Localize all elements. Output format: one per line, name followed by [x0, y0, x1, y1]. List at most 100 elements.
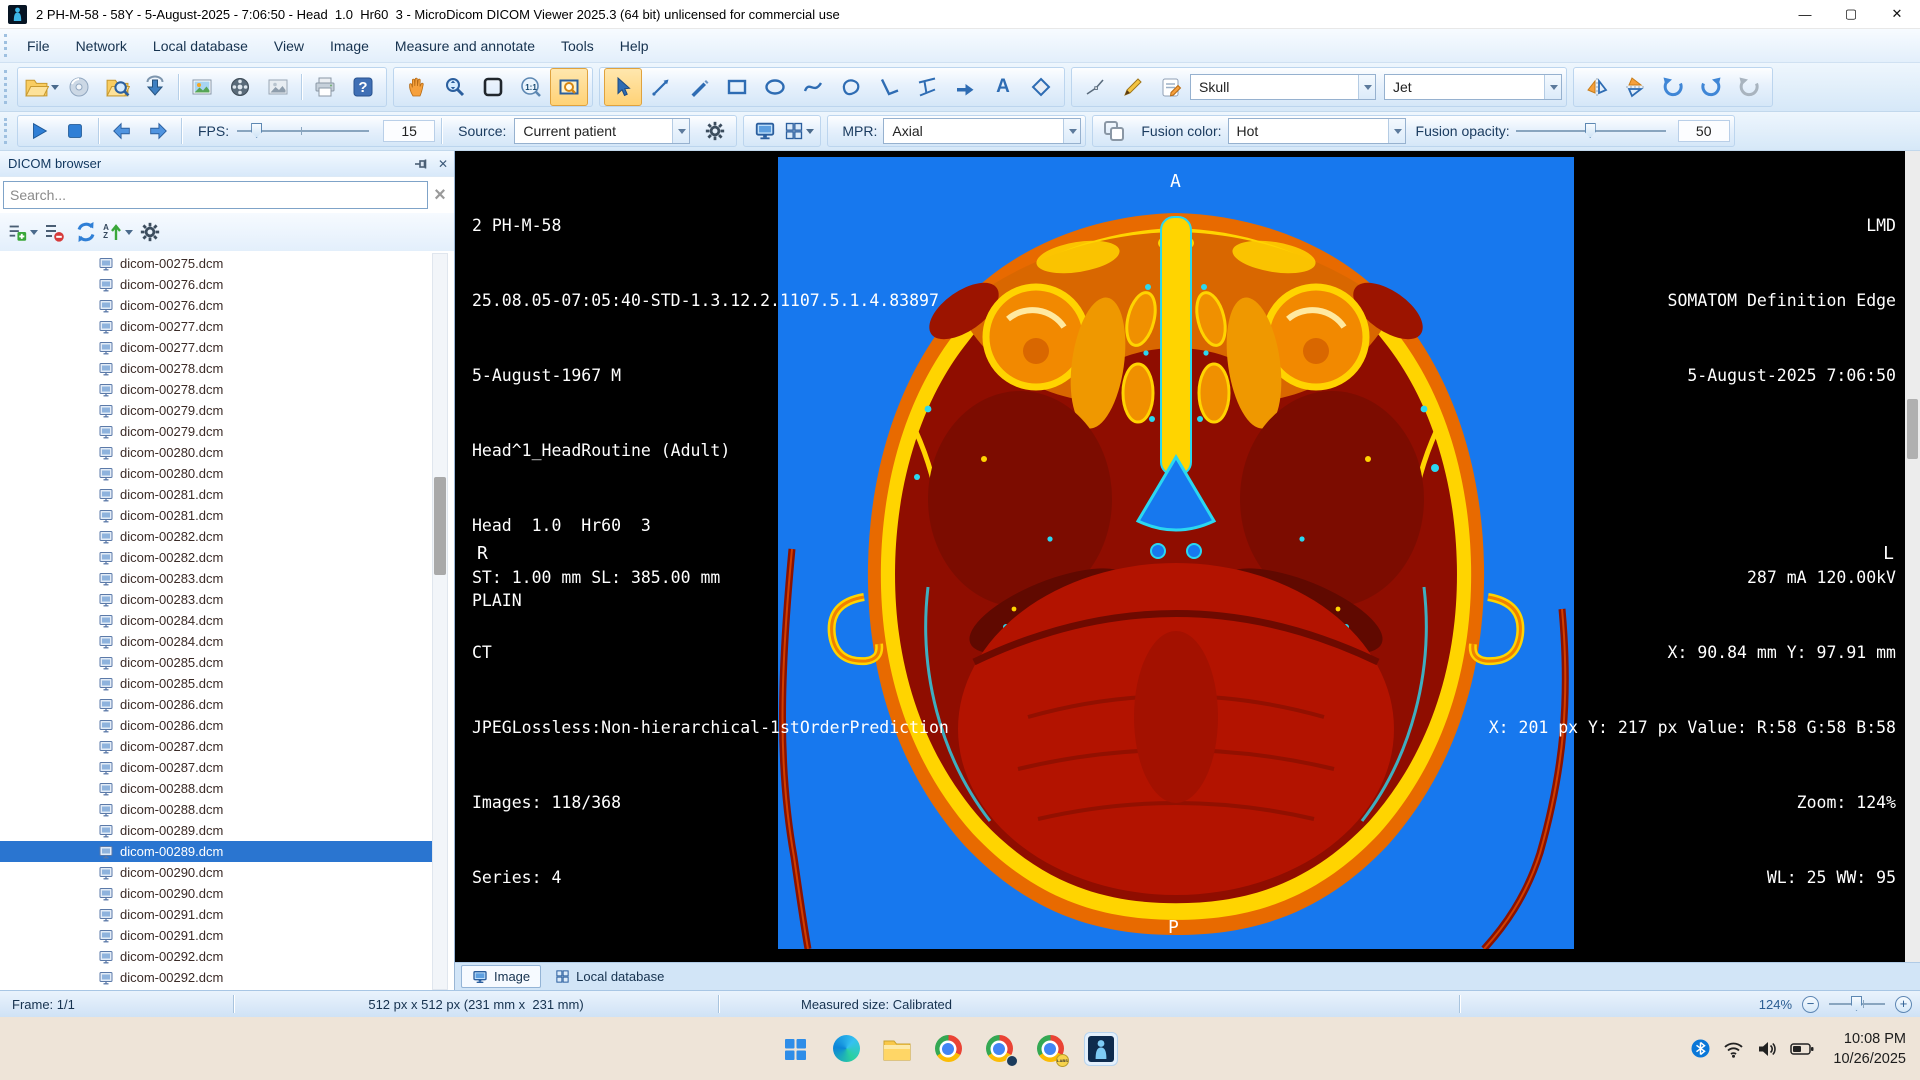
menu-network[interactable]: Network: [63, 33, 140, 59]
pan-tool-button[interactable]: [398, 68, 436, 106]
zoom-in-button[interactable]: +: [1895, 996, 1912, 1013]
viewer-scrollbar-thumb[interactable]: [1907, 399, 1918, 459]
magnify-region-button[interactable]: [550, 68, 588, 106]
flip-vertical-button[interactable]: [1616, 68, 1654, 106]
pointer-tool-button[interactable]: [604, 68, 642, 106]
viewer-scrollbar[interactable]: [1905, 151, 1920, 962]
maximize-button[interactable]: ▢: [1828, 0, 1874, 29]
minimize-button[interactable]: —: [1782, 0, 1828, 29]
fusion-opacity-slider[interactable]: [1516, 123, 1666, 139]
search-input[interactable]: [3, 181, 428, 209]
measure-line-tool-button[interactable]: [642, 68, 680, 106]
list-item[interactable]: dicom-00278.dcm: [0, 358, 433, 379]
next-frame-button[interactable]: [141, 115, 175, 147]
battery-icon[interactable]: [1790, 1042, 1814, 1056]
file-list-scrollbar[interactable]: [432, 253, 448, 990]
list-item[interactable]: dicom-00283.dcm: [0, 589, 433, 610]
sort-button[interactable]: A Z: [102, 216, 134, 248]
list-item[interactable]: dicom-00280.dcm: [0, 463, 433, 484]
window-level-line-button[interactable]: [1076, 68, 1114, 106]
panel-close-icon[interactable]: ✕: [432, 153, 454, 175]
cine-settings-button[interactable]: [698, 115, 732, 147]
rotate-right-button[interactable]: [1692, 68, 1730, 106]
list-item[interactable]: dicom-00286.dcm: [0, 715, 433, 736]
browser-settings-button[interactable]: [134, 216, 166, 248]
rotate-180-button[interactable]: [1730, 68, 1768, 106]
bluetooth-icon[interactable]: [1691, 1039, 1710, 1058]
edge-icon[interactable]: [829, 1032, 863, 1066]
draw-line-tool-button[interactable]: [680, 68, 718, 106]
list-item[interactable]: dicom-00290.dcm: [0, 862, 433, 883]
taskbar-clock[interactable]: 10:08 PM 10/26/2025: [1833, 1029, 1906, 1069]
single-view-button[interactable]: [748, 115, 782, 147]
cobb-angle-tool-button[interactable]: [908, 68, 946, 106]
list-item[interactable]: dicom-00284.dcm: [0, 610, 433, 631]
rotate-left-button[interactable]: [1654, 68, 1692, 106]
layout-grid-button[interactable]: [782, 115, 816, 147]
fps-slider[interactable]: [237, 123, 369, 139]
menu-tools[interactable]: Tools: [548, 33, 607, 59]
list-item[interactable]: dicom-00276.dcm: [0, 274, 433, 295]
export-image-button[interactable]: [183, 68, 221, 106]
zoom-out-button[interactable]: −: [1802, 996, 1819, 1013]
image-viewport[interactable]: 2 PH-M-58 25.08.05-07:05:40-STD-1.3.12.2…: [455, 151, 1920, 962]
pencil-tool-button[interactable]: [1114, 68, 1152, 106]
list-item[interactable]: dicom-00292.dcm: [0, 967, 433, 988]
remove-series-button[interactable]: [38, 216, 70, 248]
microdicom-taskbar-icon[interactable]: [1084, 1032, 1118, 1066]
colormap-dropdown[interactable]: Jet: [1384, 74, 1562, 100]
menu-file[interactable]: File: [14, 33, 63, 59]
close-button[interactable]: ✕: [1874, 0, 1920, 29]
list-item[interactable]: dicom-00277.dcm: [0, 337, 433, 358]
list-item[interactable]: dicom-00289.dcm: [0, 820, 433, 841]
open-file-button[interactable]: [22, 68, 60, 106]
mpr-dropdown[interactable]: Axial: [883, 118, 1081, 144]
flip-horizontal-button[interactable]: [1578, 68, 1616, 106]
wifi-icon[interactable]: [1723, 1040, 1744, 1058]
list-item[interactable]: dicom-00287.dcm: [0, 736, 433, 757]
window-preset-dropdown[interactable]: Skull: [1190, 74, 1376, 100]
print-button[interactable]: [306, 68, 344, 106]
list-item[interactable]: dicom-00284.dcm: [0, 631, 433, 652]
help-button[interactable]: ?: [344, 68, 382, 106]
list-item[interactable]: dicom-00282.dcm: [0, 547, 433, 568]
stop-button[interactable]: [58, 115, 92, 147]
tab-image[interactable]: Image: [461, 965, 541, 988]
list-item[interactable]: dicom-00278.dcm: [0, 379, 433, 400]
search-clear-icon[interactable]: ×: [428, 183, 452, 207]
list-item[interactable]: dicom-00276.dcm: [0, 295, 433, 316]
list-item[interactable]: dicom-00277.dcm: [0, 316, 433, 337]
scan-folder-button[interactable]: [98, 68, 136, 106]
list-item[interactable]: dicom-00287.dcm: [0, 757, 433, 778]
source-dropdown[interactable]: Current patient: [514, 118, 690, 144]
angle-tool-button[interactable]: [870, 68, 908, 106]
chrome-labs-icon[interactable]: LABS: [1033, 1032, 1067, 1066]
curve-tool-button[interactable]: [794, 68, 832, 106]
copy-image-button[interactable]: [259, 68, 297, 106]
list-item[interactable]: dicom-00291.dcm: [0, 925, 433, 946]
ellipse-tool-button[interactable]: [756, 68, 794, 106]
previous-frame-button[interactable]: [105, 115, 139, 147]
polygon-tool-button[interactable]: [832, 68, 870, 106]
volume-icon[interactable]: [1757, 1040, 1777, 1058]
list-item[interactable]: dicom-00281.dcm: [0, 484, 433, 505]
menu-local-database[interactable]: Local database: [140, 33, 261, 59]
list-item[interactable]: dicom-00280.dcm: [0, 442, 433, 463]
eraser-tool-button[interactable]: [1022, 68, 1060, 106]
file-explorer-icon[interactable]: [880, 1032, 914, 1066]
menu-image[interactable]: Image: [317, 33, 382, 59]
menu-view[interactable]: View: [261, 33, 317, 59]
fps-slider-thumb[interactable]: [251, 123, 262, 138]
actual-size-button[interactable]: 1:1: [512, 68, 550, 106]
list-item[interactable]: dicom-00282.dcm: [0, 526, 433, 547]
dicom-receive-button[interactable]: [136, 68, 174, 106]
menu-measure-annotate[interactable]: Measure and annotate: [382, 33, 548, 59]
list-item[interactable]: dicom-00290.dcm: [0, 883, 433, 904]
menu-help[interactable]: Help: [607, 33, 662, 59]
rectangle-tool-button[interactable]: [718, 68, 756, 106]
arrow-annotation-button[interactable]: [946, 68, 984, 106]
list-item[interactable]: dicom-00283.dcm: [0, 568, 433, 589]
list-item[interactable]: dicom-00286.dcm: [0, 694, 433, 715]
refresh-button[interactable]: [70, 216, 102, 248]
fusion-color-dropdown[interactable]: Hot: [1228, 118, 1406, 144]
